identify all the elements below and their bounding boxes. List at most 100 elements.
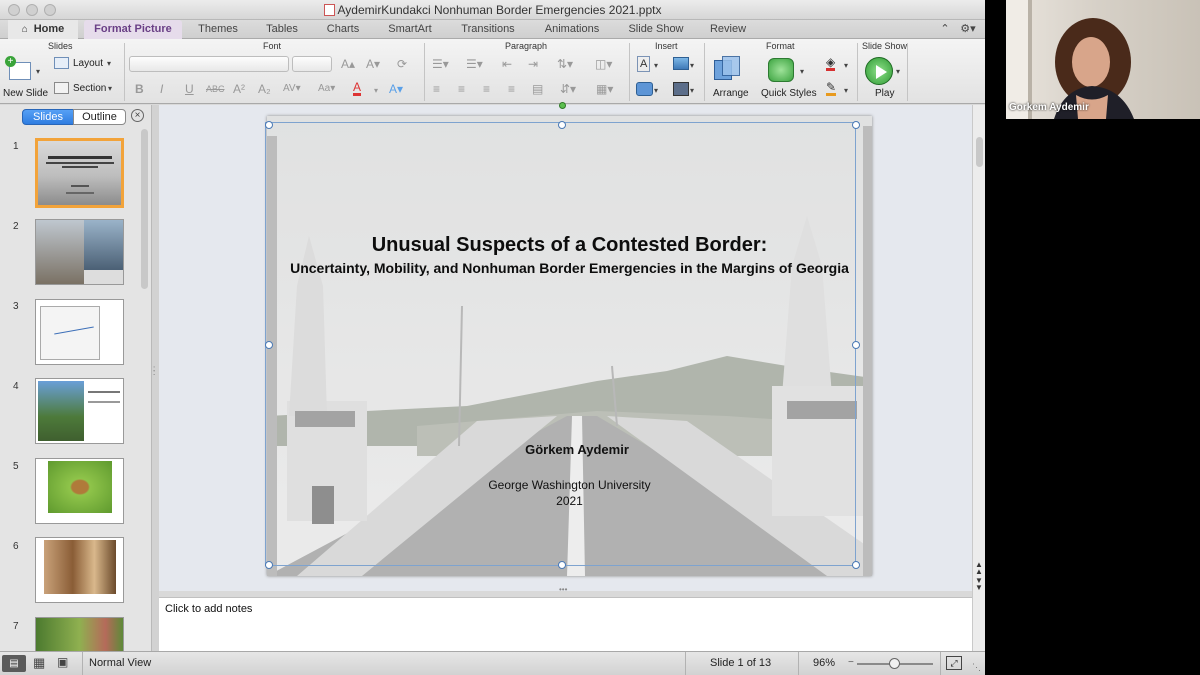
thumbnail-scrollbar[interactable] [141,129,148,289]
font-color-icon[interactable]: A [353,81,362,96]
font-size-field[interactable] [292,56,332,72]
notes-splitter-grip[interactable]: ••• [559,585,567,594]
quick-styles-dropdown-icon[interactable]: ▾ [800,65,804,79]
collapse-ribbon-icon[interactable]: ⌃ [936,20,954,39]
resize-handle[interactable] [265,341,273,349]
text-box-dropdown-icon[interactable]: ▾ [654,59,658,73]
clear-formatting-icon[interactable]: ⟳ [397,57,407,71]
section-button[interactable]: Section [73,83,106,94]
slide-thumbnail-3[interactable] [35,299,124,365]
slide-author[interactable]: Görkem Aydemir [267,442,872,457]
presenter-view-icon[interactable]: ▣ [57,655,68,669]
justify-icon[interactable]: ≡ [508,82,515,96]
text-direction-icon[interactable]: ⇵▾ [560,82,576,96]
slide-affiliation[interactable]: George Washington University [267,478,872,492]
next-slide-icon[interactable]: ▼ ▼ [975,577,983,592]
shape-dropdown-icon[interactable]: ▾ [654,84,658,98]
zoom-slider-track[interactable] [857,658,933,669]
picture-dropdown-icon[interactable]: ▾ [690,59,694,73]
arrange-button[interactable] [712,56,742,84]
layout-dropdown-icon[interactable]: ▾ [107,57,111,71]
resize-handle[interactable] [558,121,566,129]
resize-handle[interactable] [558,561,566,569]
bold-icon[interactable]: B [135,82,144,96]
tab-themes[interactable]: Themes [186,20,250,39]
italic-icon[interactable]: I [160,82,163,96]
tab-slide-show[interactable]: Slide Show [616,20,696,39]
bullets-icon[interactable]: ☰▾ [432,57,449,71]
slide-thumbnail-1[interactable] [35,138,124,208]
slide-title[interactable]: Unusual Suspects of a Contested Border: [267,234,872,257]
fit-to-window-icon[interactable]: ⤢ [946,656,962,670]
text-box-options-icon[interactable]: ▦▾ [596,82,613,96]
text-box-icon[interactable]: A [637,56,651,72]
rotate-handle[interactable] [559,102,566,109]
tab-slides-view[interactable]: Slides [22,109,74,125]
layout-button[interactable]: Layout [73,58,103,69]
quick-styles-button[interactable] [768,56,798,84]
shrink-font-icon[interactable]: A▾ [366,57,380,71]
close-pane-icon[interactable]: × [131,109,144,122]
media-icon[interactable] [673,82,689,96]
zoom-slider-thumb[interactable] [889,658,900,669]
superscript-icon[interactable]: A² [233,82,245,96]
change-case-icon[interactable]: Aa▾ [318,82,335,96]
slide-thumbnail-6[interactable] [35,537,124,603]
slide-subtitle[interactable]: Uncertainty, Mobility, and Nonhuman Bord… [287,259,852,278]
slide-year[interactable]: 2021 [267,494,872,508]
editor-scroll-thumb[interactable] [976,137,983,167]
slide-sorter-icon[interactable]: ▦ [33,655,45,671]
grow-font-icon[interactable]: A▴ [341,57,355,71]
resize-handle[interactable] [852,121,860,129]
slide-canvas[interactable]: Unusual Suspects of a Contested Border: … [267,116,872,576]
shape-fill-dropdown-icon[interactable]: ▾ [844,59,848,73]
line-spacing-icon[interactable]: ⇅▾ [557,57,573,71]
tab-home[interactable]: ⌂ Home [8,20,78,39]
previous-slide-icon[interactable]: ▲ ▲ [975,561,983,576]
play-dropdown-icon[interactable]: ▾ [896,65,900,79]
shape-icon[interactable] [636,82,653,96]
normal-view-icon[interactable]: ▤ [2,655,26,672]
new-slide-button[interactable]: + [5,56,33,84]
shape-line-icon[interactable]: ✎ [826,81,837,96]
slide-thumbnail-2[interactable] [35,219,124,285]
strikethrough-icon[interactable]: ABC [206,82,225,96]
tab-smartart[interactable]: SmartArt [376,20,444,39]
slide-thumbnail-5[interactable] [35,458,124,524]
shape-fill-icon[interactable]: ◈ [826,56,836,71]
align-left-icon[interactable]: ≡ [433,82,440,96]
numbering-icon[interactable]: ☰▾ [466,57,483,71]
resize-grip-icon[interactable]: ⋱ [972,662,981,673]
new-slide-dropdown-icon[interactable]: ▾ [36,65,40,79]
tab-transitions[interactable]: Transitions [448,20,528,39]
slide-thumbnail-4[interactable] [35,378,124,444]
font-color-dropdown-icon[interactable]: ▾ [374,84,378,98]
resize-handle[interactable] [265,561,273,569]
tab-outline-view[interactable]: Outline [73,109,126,125]
picture-icon[interactable] [673,57,689,70]
resize-handle[interactable] [265,121,273,129]
tab-tables[interactable]: Tables [254,20,310,39]
zoom-out-icon[interactable]: − [848,657,854,668]
gear-icon[interactable]: ⚙▾ [956,20,980,39]
notes-placeholder[interactable]: Click to add notes [165,603,252,615]
tab-review[interactable]: Review [700,20,756,39]
tab-animations[interactable]: Animations [532,20,612,39]
notes-pane[interactable]: Click to add notes [159,597,972,651]
align-right-icon[interactable]: ≡ [483,82,490,96]
columns-icon[interactable]: ◫▾ [595,57,612,71]
character-spacing-icon[interactable]: AV▾ [283,82,301,96]
underline-icon[interactable]: U [185,82,194,96]
align-center-icon[interactable]: ≡ [458,82,465,96]
resize-handle[interactable] [852,561,860,569]
pane-splitter[interactable]: :: [152,105,159,651]
tab-format-picture[interactable]: Format Picture [84,20,182,39]
decrease-indent-icon[interactable]: ⇤ [502,57,512,71]
media-dropdown-icon[interactable]: ▾ [690,84,694,98]
tab-charts[interactable]: Charts [314,20,372,39]
align-text-icon[interactable]: ▤ [532,82,543,96]
text-effects-icon[interactable]: A▾ [389,82,403,96]
play-button[interactable] [865,57,893,85]
increase-indent-icon[interactable]: ⇥ [528,57,538,71]
section-dropdown-icon[interactable]: ▾ [108,82,112,96]
